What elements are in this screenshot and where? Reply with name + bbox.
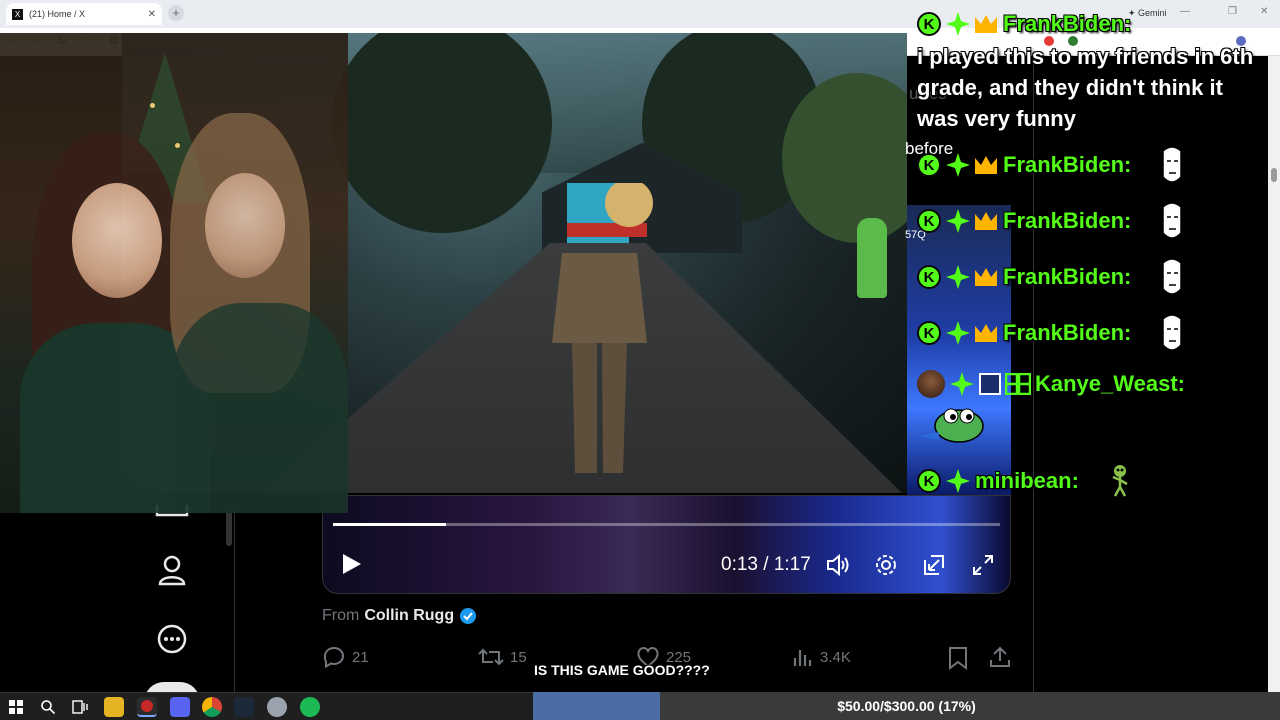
app-icon[interactable]	[267, 697, 287, 717]
chat-message: K FrankBiden:	[917, 11, 1131, 37]
spotify-icon[interactable]	[300, 697, 320, 717]
sixty-e-badge-icon	[1005, 373, 1031, 395]
reply-count: 21	[352, 648, 369, 666]
chat-message: K FrankBiden:	[917, 257, 1185, 297]
scrollbar-thumb[interactable]	[1271, 168, 1277, 182]
user-avatar	[917, 370, 945, 398]
dress	[170, 303, 348, 513]
verified-badge-icon	[460, 608, 477, 624]
donation-goal-label: $50.00/$300.00 (17%)	[837, 698, 976, 714]
face	[72, 183, 162, 298]
volume-icon[interactable]	[825, 552, 851, 578]
plus-badge-icon	[946, 12, 970, 36]
face-emote-icon	[1162, 258, 1183, 295]
alien-dance-emote-icon	[1112, 465, 1128, 497]
plus-badge-icon	[946, 209, 970, 233]
views-chart-icon	[793, 650, 812, 666]
page-scrollbar[interactable]	[1268, 56, 1280, 692]
play-icon[interactable]	[341, 552, 363, 576]
plus-badge-icon	[946, 153, 970, 177]
obs-icon[interactable]	[137, 697, 157, 717]
discord-icon[interactable]	[170, 697, 190, 717]
repost-button[interactable]: 15	[478, 646, 527, 668]
chat-username: Kanye_Weast:	[1035, 371, 1185, 396]
reply-icon	[323, 646, 344, 668]
chat-message-text: i played this to my friends in 6th grade…	[917, 44, 1254, 131]
sidebar-scrollbar[interactable]	[226, 510, 232, 546]
chat-message: K minibean:	[917, 464, 1131, 498]
chat-message: Kanye_Weast:	[917, 370, 1185, 398]
face-emote-icon	[1162, 202, 1183, 239]
kick-badge-icon: K	[917, 321, 941, 345]
plus-badge-icon	[946, 469, 970, 493]
chat-message: K FrankBiden:	[917, 201, 1185, 241]
view-count: 3.4K	[820, 648, 851, 666]
browser-tab[interactable]: X (21) Home / X ✕	[6, 3, 162, 25]
video-progress-bar[interactable]	[333, 523, 1000, 526]
chat-username: minibean:	[975, 468, 1079, 493]
video-player[interactable]: 0:13 / 1:17	[322, 495, 1011, 594]
plus-badge-icon	[946, 321, 970, 345]
square-badge-icon	[979, 373, 1001, 395]
chat-username: FrankBiden:	[1003, 11, 1132, 36]
video-progress-fill	[333, 523, 447, 526]
video-attribution: From Collin Rugg	[322, 607, 477, 625]
webcam-overlay	[0, 33, 348, 513]
more-icon[interactable]	[156, 623, 188, 655]
plus-badge-icon	[950, 372, 974, 396]
face	[205, 173, 285, 278]
tree-light	[150, 103, 155, 108]
kick-badge-icon: K	[917, 209, 941, 233]
chat-username: FrankBiden:	[1003, 208, 1132, 233]
chat-username: FrankBiden:	[1003, 264, 1132, 289]
video-time: 0:13 / 1:17	[721, 554, 811, 575]
steam-icon[interactable]	[234, 697, 254, 717]
author-name[interactable]: Collin Rugg	[364, 607, 454, 625]
tree-light	[175, 143, 180, 148]
reply-button[interactable]: 21	[322, 646, 369, 668]
plus-badge-icon	[946, 265, 970, 289]
chrome-icon[interactable]	[202, 697, 222, 717]
kick-badge-icon: K	[917, 265, 941, 289]
donation-goal-text: $50.00/$300.00 (17%)	[533, 692, 1280, 720]
chat-message: K FrankBiden:	[917, 145, 1185, 185]
x-logo-icon: X	[12, 8, 23, 20]
game-character	[552, 183, 653, 473]
kick-badge-icon: K	[917, 469, 941, 493]
stream-chat-overlay: K FrankBiden: i played this to my friend…	[917, 0, 1267, 700]
repost-icon	[478, 648, 504, 666]
windows-start-icon[interactable]	[6, 697, 26, 717]
repost-count: 15	[510, 648, 527, 666]
from-label: From	[322, 607, 360, 624]
chat-username: FrankBiden:	[1003, 152, 1132, 177]
crown-badge-icon	[975, 268, 997, 286]
profile-icon[interactable]	[157, 554, 187, 586]
crown-badge-icon	[975, 212, 997, 230]
chat-username: FrankBiden:	[1003, 320, 1132, 345]
settings-gear-icon[interactable]	[873, 552, 899, 578]
face-emote-icon	[1162, 146, 1183, 183]
chat-message: K FrankBiden:	[917, 313, 1185, 353]
stream-caption: IS THIS GAME GOOD????	[534, 662, 710, 678]
column-divider	[234, 510, 235, 692]
face-emote-icon	[1162, 314, 1183, 351]
tab-title: (21) Home / X	[29, 9, 86, 19]
npc-character	[857, 218, 887, 298]
screen: X (21) Home / X ✕ + ✦ Gemini — ❐ ✕ ← → ↻…	[0, 0, 1280, 720]
crown-badge-icon	[975, 324, 997, 342]
tree	[332, 33, 552, 233]
views-button[interactable]: 3.4K	[792, 646, 851, 668]
kick-badge-icon: K	[917, 153, 941, 177]
tab-close-icon[interactable]: ✕	[148, 9, 156, 20]
file-explorer-icon[interactable]	[104, 697, 124, 717]
pepe-emote-icon	[919, 408, 984, 443]
kick-badge-icon: K	[917, 12, 941, 36]
task-view-icon[interactable]	[70, 697, 90, 717]
crown-badge-icon	[975, 156, 997, 174]
new-tab-button[interactable]: +	[168, 5, 184, 21]
search-icon[interactable]	[38, 697, 58, 717]
crown-badge-icon	[975, 15, 997, 33]
